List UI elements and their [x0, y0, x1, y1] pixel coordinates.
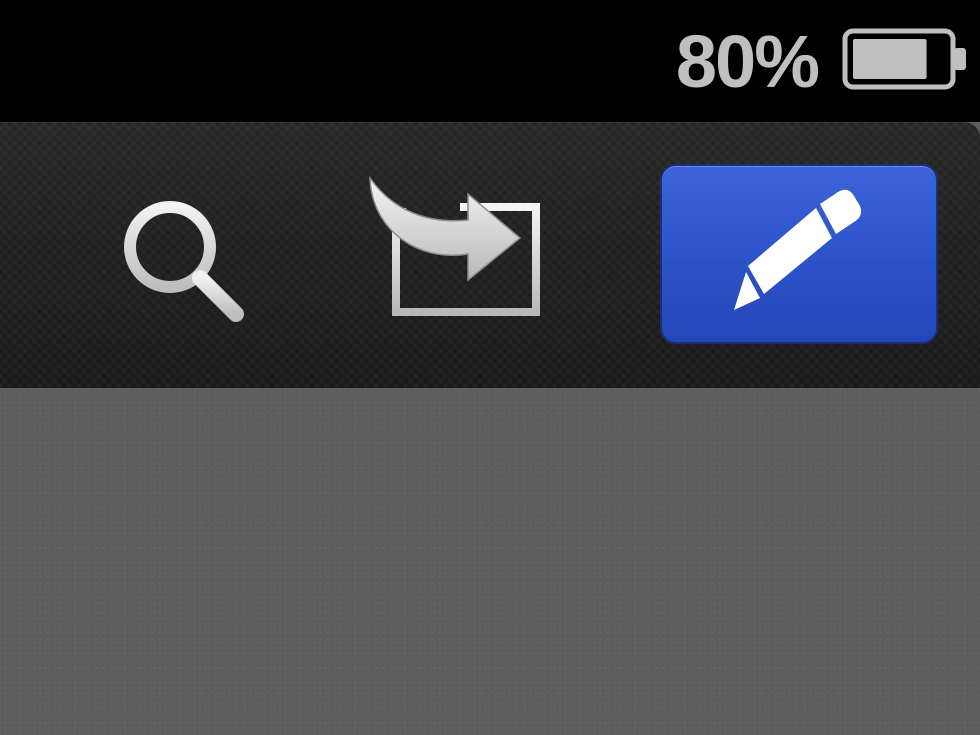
- edit-button[interactable]: [660, 164, 938, 344]
- search-button[interactable]: [110, 192, 260, 332]
- app-screen: 80%: [0, 0, 980, 735]
- status-bar: 80%: [0, 0, 980, 122]
- pencil-icon: [734, 189, 862, 310]
- toolbar: [0, 122, 980, 388]
- battery-icon: [842, 28, 966, 90]
- content-area: [0, 388, 980, 735]
- battery-percentage: 80%: [675, 20, 820, 103]
- search-icon: [124, 201, 244, 322]
- share-button[interactable]: [360, 172, 550, 322]
- share-icon: [369, 175, 540, 316]
